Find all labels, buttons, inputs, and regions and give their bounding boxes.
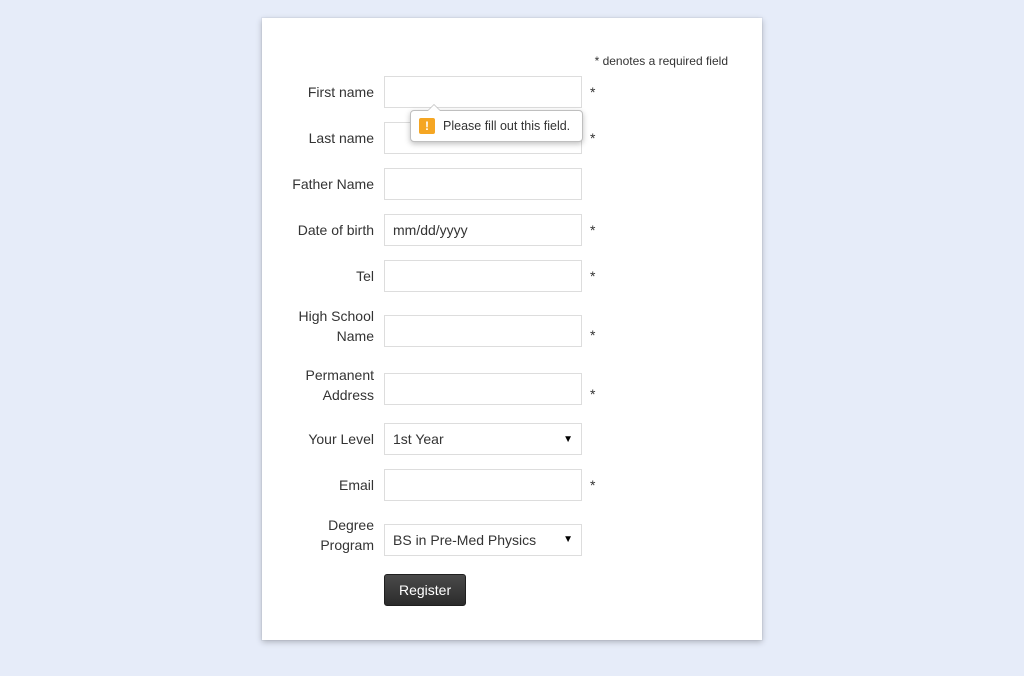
row-address: Permanent Address *: [292, 365, 732, 406]
label-tel: Tel: [292, 266, 384, 286]
row-degree: Degree Program BS in Pre-Med Physics ▼: [292, 515, 732, 556]
label-last-name: Last name: [292, 128, 384, 148]
degree-selected-value: BS in Pre-Med Physics: [393, 532, 536, 548]
highschool-input[interactable]: [384, 315, 582, 347]
warning-icon: !: [419, 118, 435, 134]
required-star: *: [590, 84, 595, 100]
row-email: Email *: [292, 469, 732, 501]
email-input[interactable]: [384, 469, 582, 501]
level-select[interactable]: 1st Year ▼: [384, 423, 582, 455]
required-star: *: [590, 477, 595, 493]
row-father-name: Father Name: [292, 168, 732, 200]
required-star: *: [590, 222, 595, 238]
first-name-input[interactable]: [384, 76, 582, 108]
level-selected-value: 1st Year: [393, 431, 444, 447]
label-dob: Date of birth: [292, 220, 384, 240]
required-star: *: [590, 130, 595, 146]
registration-card: * denotes a required field First name * …: [262, 18, 762, 640]
required-star: *: [590, 327, 595, 343]
label-email: Email: [292, 475, 384, 495]
address-input[interactable]: [384, 373, 582, 405]
label-address: Permanent Address: [292, 365, 384, 406]
row-tel: Tel *: [292, 260, 732, 292]
tel-input[interactable]: [384, 260, 582, 292]
row-dob: Date of birth *: [292, 214, 732, 246]
required-field-note: * denotes a required field: [595, 54, 728, 68]
row-highschool: High School Name *: [292, 306, 732, 347]
dob-input[interactable]: [384, 214, 582, 246]
chevron-down-icon: ▼: [563, 534, 573, 545]
row-submit: Register: [292, 574, 732, 606]
row-level: Your Level 1st Year ▼: [292, 423, 732, 455]
label-level: Your Level: [292, 429, 384, 449]
row-first-name: First name * ! Please fill out this fiel…: [292, 76, 732, 108]
chevron-down-icon: ▼: [563, 434, 573, 445]
required-star: *: [590, 386, 595, 402]
label-degree: Degree Program: [292, 515, 384, 556]
father-name-input[interactable]: [384, 168, 582, 200]
label-first-name: First name: [292, 82, 384, 102]
required-star: *: [590, 268, 595, 284]
label-highschool: High School Name: [292, 306, 384, 347]
validation-tooltip: ! Please fill out this field.: [410, 110, 583, 142]
registration-form: First name * ! Please fill out this fiel…: [292, 76, 732, 606]
register-button[interactable]: Register: [384, 574, 466, 606]
label-father-name: Father Name: [292, 174, 384, 194]
degree-select[interactable]: BS in Pre-Med Physics ▼: [384, 524, 582, 556]
tooltip-text: Please fill out this field.: [443, 119, 570, 133]
